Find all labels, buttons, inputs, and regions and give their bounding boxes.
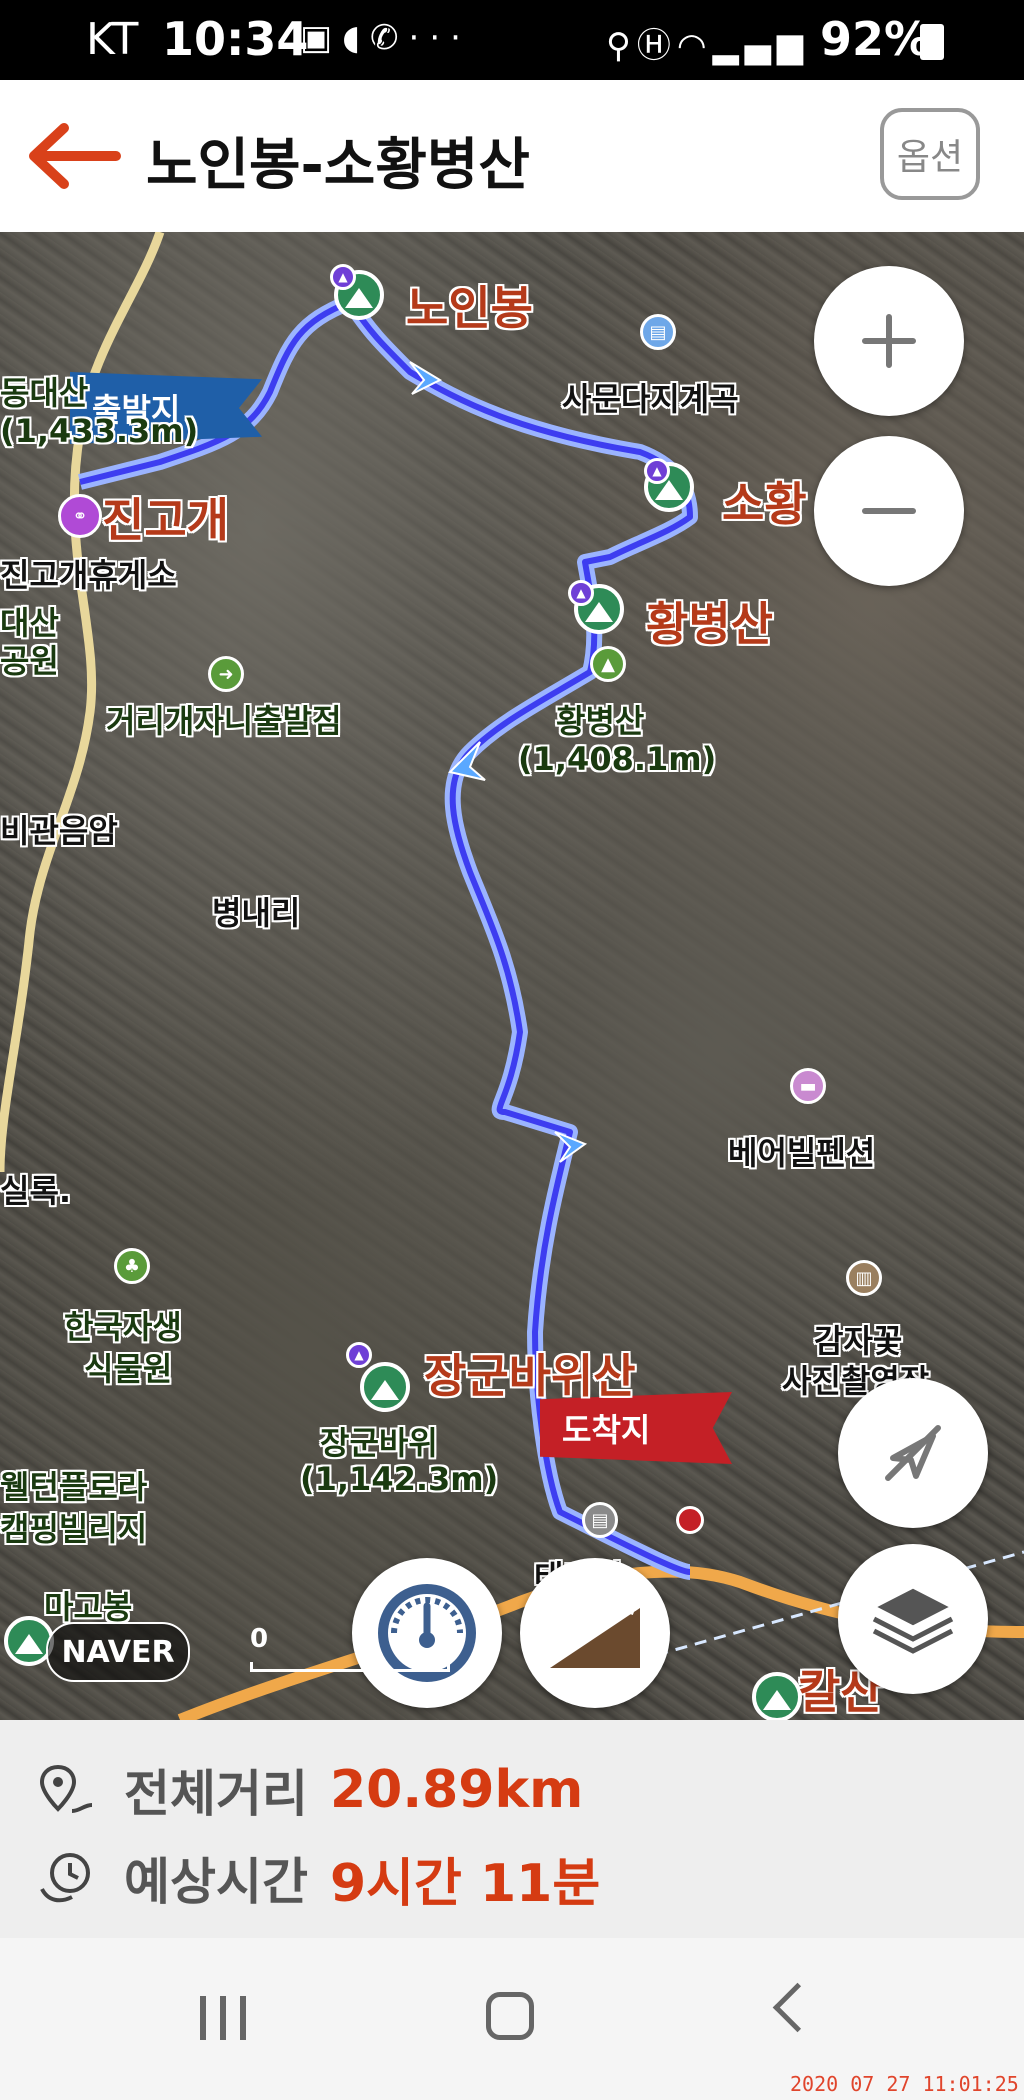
location-tracking-button[interactable] xyxy=(838,1378,988,1528)
peak-marker-janggun[interactable] xyxy=(360,1362,410,1412)
distance-row: 전체거리 20.89km xyxy=(38,1750,583,1830)
poi-icon[interactable]: ▥ xyxy=(846,1260,882,1296)
home-button[interactable] xyxy=(486,1992,534,2040)
map-label: 장군바위 xyxy=(320,1424,438,1462)
elevation-button[interactable] xyxy=(520,1558,670,1708)
pill-icon: ◖ xyxy=(342,18,371,58)
wifi-call-icon: ✆ xyxy=(370,18,409,58)
recent-apps-button[interactable] xyxy=(200,1996,246,2040)
system-icons: ⚲Ⓗ◠▂▄▆ xyxy=(606,18,809,67)
zoom-out-button[interactable] xyxy=(814,436,964,586)
battery-percent: 92% xyxy=(820,12,931,66)
poi-icon[interactable]: ➜ xyxy=(208,656,244,692)
waypoint-pin[interactable]: ▲ xyxy=(330,264,356,290)
poi-icon[interactable]: ▲ xyxy=(590,646,626,682)
map-label: 식물원 xyxy=(84,1350,173,1388)
map-layers-button[interactable] xyxy=(838,1544,988,1694)
distance-value: 20.89km xyxy=(330,1760,584,1820)
wifi-icon: ◠ xyxy=(676,26,713,66)
zoom-in-button[interactable] xyxy=(814,266,964,416)
status-time: 10:34 xyxy=(162,12,309,66)
map-label: 소황 xyxy=(722,477,807,531)
map-label: 진고개 xyxy=(102,493,229,547)
option-button[interactable]: 옵션 xyxy=(880,108,980,200)
map-label: 비관음암 xyxy=(0,812,118,850)
back-arrow-icon xyxy=(29,123,121,189)
time-row: 예상시간 9시간 11분 xyxy=(38,1838,600,1918)
status-bar: KT 10:34 ▣◖✆··· ⚲Ⓗ◠▂▄▆ 92% xyxy=(0,0,1024,80)
system-back-button[interactable] xyxy=(772,1982,823,2033)
map-label: 황병산 xyxy=(646,597,773,651)
poi-icon[interactable]: ▤ xyxy=(582,1502,618,1538)
start-point-icon[interactable]: ⚭ xyxy=(58,494,102,538)
layers-icon xyxy=(870,1585,956,1654)
carrier-label: KT xyxy=(86,14,139,65)
map-label: 노인봉 xyxy=(406,281,533,335)
clock-route-icon xyxy=(40,1853,90,1903)
app-bar: 노인봉-소황병산 옵션 xyxy=(0,80,1024,234)
minus-icon xyxy=(862,508,916,514)
scale-zero-label: 0 xyxy=(250,1624,269,1654)
map-label: 황병산 xyxy=(556,702,645,740)
image-icon: ▣ xyxy=(300,18,343,58)
timestamp-watermark: 2020 07 27 11:01:25 xyxy=(790,2072,1019,2096)
poi-icon[interactable]: ▤ xyxy=(640,314,676,350)
time-label: 예상시간 xyxy=(124,1853,308,1911)
map-label: 베어빌펜션 xyxy=(728,1134,876,1172)
map-label: 사문다지계곡 xyxy=(562,380,739,418)
distance-label: 전체거리 xyxy=(124,1765,308,1823)
notification-icons: ▣◖✆··· xyxy=(300,18,471,58)
poi-icon[interactable]: ♣ xyxy=(114,1248,150,1284)
map-label: 거리개자니출발점 xyxy=(106,702,342,740)
hd-icon: Ⓗ xyxy=(636,26,677,66)
map-label: (1,408.1m) xyxy=(518,740,717,778)
battery-icon xyxy=(920,24,944,60)
map-label: 병내리 xyxy=(212,894,301,932)
map-label: 캠핑빌리지 xyxy=(0,1510,148,1548)
scale-bar xyxy=(250,1662,450,1672)
end-point-icon[interactable] xyxy=(676,1506,704,1534)
map-label: 장군바위산 xyxy=(424,1349,636,1403)
plus-icon xyxy=(862,314,916,368)
location-off-icon xyxy=(885,1425,941,1481)
back-button[interactable] xyxy=(28,118,122,194)
map-label: 웰턴플로라 xyxy=(0,1468,148,1506)
map-label: 실록. xyxy=(0,1172,72,1210)
map-view[interactable]: 출발지 도착지 ▲ ▲ ▲ ▲ ⚭ ▤ ➜ ▲ ▬ ▥ ♣ ▤ 노인봉 소황 황… xyxy=(0,232,1024,1720)
map-label: 동대산 xyxy=(0,374,89,412)
map-label: (1,433.3m) xyxy=(0,412,199,450)
naver-logo: NAVER xyxy=(46,1622,190,1682)
peak-marker-kalsan[interactable] xyxy=(752,1672,802,1720)
waypoint-pin[interactable]: ▲ xyxy=(568,580,594,606)
route-summary-panel: 전체거리 20.89km 예상시간 9시간 11분 xyxy=(0,1720,1024,1938)
map-label: (1,142.3m) xyxy=(300,1460,499,1498)
poi-icon[interactable]: ▬ xyxy=(790,1068,826,1104)
waypoint-pin[interactable]: ▲ xyxy=(346,1342,372,1368)
map-label: 한국자생 xyxy=(64,1308,182,1346)
more-icon: ··· xyxy=(408,18,471,58)
speed-button[interactable] xyxy=(352,1558,502,1708)
signal-icon: ▂▄▆ xyxy=(712,26,810,66)
location-icon: ⚲ xyxy=(606,26,637,66)
slope-icon xyxy=(550,1593,641,1668)
map-label: 진고개휴게소 xyxy=(0,556,177,594)
map-label: 공원 xyxy=(0,642,59,680)
waypoint-pin[interactable]: ▲ xyxy=(644,458,670,484)
route-distance-icon xyxy=(39,1764,93,1813)
time-value: 9시간 11분 xyxy=(330,1853,601,1914)
page-title: 노인봉-소황병산 xyxy=(146,133,530,198)
